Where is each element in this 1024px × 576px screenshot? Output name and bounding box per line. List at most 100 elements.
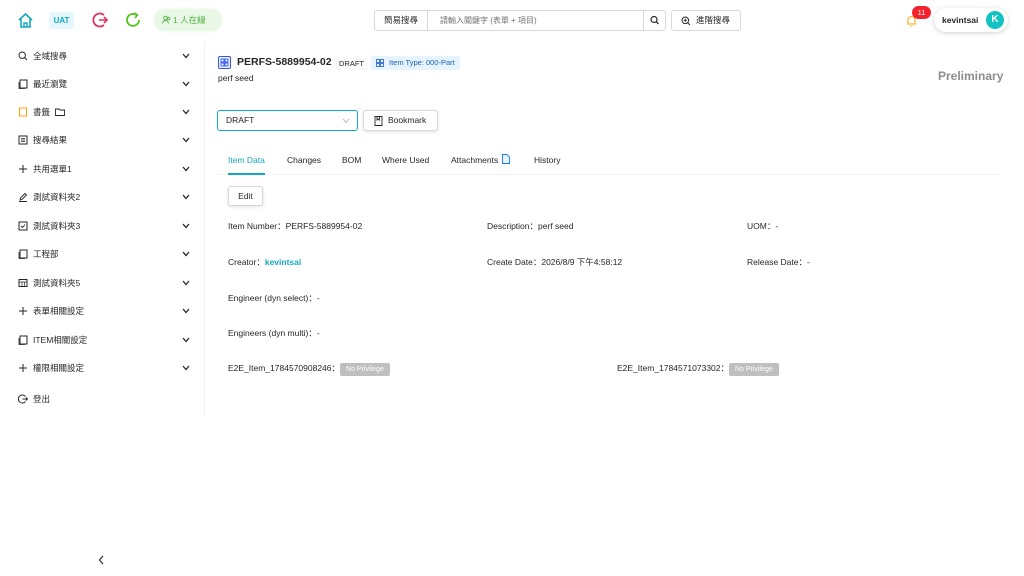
creator-link[interactable]: kevintsai (265, 257, 301, 267)
chevron-down-icon[interactable] (182, 137, 190, 143)
sidebar-item-global-search[interactable]: 全域搜尋 (0, 42, 204, 70)
chevron-down-icon[interactable] (182, 166, 190, 172)
sidebar-item-label-text: 書籤 (33, 107, 51, 117)
state-select[interactable]: DRAFT (217, 110, 358, 131)
sidebar-item-bookmarks[interactable]: 書籤 (0, 98, 204, 126)
chevron-down-icon[interactable] (182, 81, 190, 87)
field-value: 2026/8/9 下午4:58:12 (541, 257, 623, 267)
sidebar-item-label: 表單相關設定 (33, 306, 85, 316)
list-icon (18, 135, 28, 145)
bookmark-icon (374, 116, 383, 126)
search-icon (650, 15, 659, 25)
chevron-down-icon[interactable] (182, 194, 190, 200)
field-value: - (775, 221, 779, 231)
sidebar-item-item-settings[interactable]: ITEM相關設定 (0, 326, 204, 354)
field-label: Description： (487, 221, 539, 231)
user-menu[interactable]: kevintsai K (934, 8, 1008, 32)
home-icon[interactable] (17, 12, 34, 29)
item-type-tag: Item Type: 000-Part (371, 56, 460, 70)
chevron-down-icon[interactable] (182, 308, 190, 314)
sidebar-item-permission-settings[interactable]: 權限相關設定 (0, 354, 204, 382)
sidebar-item-form-settings[interactable]: 表單相關設定 (0, 297, 204, 325)
field-value: - (807, 257, 810, 267)
sidebar-item-label: 書籤 (33, 98, 65, 126)
env-badge: UAT (49, 12, 74, 29)
logout-icon (18, 394, 28, 404)
online-users-text: 1 人在線 (173, 15, 206, 25)
zoom-in-icon (681, 16, 691, 26)
sidebar-item-label: 全域搜尋 (33, 51, 68, 61)
search-button[interactable] (643, 11, 665, 30)
sidebar-item-label: 最近瀏覽 (33, 79, 68, 89)
field-e2e-item-2: E2E_Item_1784571073302： No Privilege (617, 362, 779, 376)
sidebar-item-label: 登出 (33, 394, 51, 404)
plus-icon (19, 364, 27, 372)
sidebar-item-label: 權限相關設定 (33, 363, 85, 373)
refresh-icon[interactable] (125, 11, 142, 29)
sidebar-item-label: 搜尋結果 (33, 135, 68, 145)
sidebar-item-test-folder-3[interactable]: 測試資料夾3 (0, 212, 204, 240)
field-value: - (316, 328, 320, 338)
sidebar-item-search-results[interactable]: 搜尋結果 (0, 126, 204, 154)
search-input[interactable] (429, 11, 643, 30)
field-engineer-select: Engineer (dyn select)：- (228, 292, 320, 304)
top-bar: UAT 1 人在線 簡易搜尋 進階搜尋 11 (0, 0, 1024, 42)
search-mode-select[interactable]: 簡易搜尋 (375, 11, 428, 30)
chevron-down-icon[interactable] (182, 365, 190, 371)
chevron-down-icon[interactable] (182, 280, 190, 286)
field-create-date: Create Date：2026/8/9 下午4:58:12 (487, 256, 622, 268)
item-type-icon (218, 56, 231, 69)
field-label: E2E_Item_1784571073302： (617, 363, 730, 373)
field-label: Item Number： (228, 221, 286, 231)
state-select-value: DRAFT (226, 115, 255, 125)
bookmark-icon (18, 107, 28, 117)
folder-icon (55, 108, 65, 116)
sidebar-item-test-folder-5[interactable]: 測試資料夾5 (0, 269, 204, 297)
document-icon (18, 249, 28, 259)
chevron-down-icon[interactable] (182, 109, 190, 115)
chevron-down-icon (342, 118, 350, 124)
sidebar-item-label: 測試資料夾2 (33, 192, 81, 202)
field-value: PERFS-5889954-02 (285, 221, 363, 231)
username: kevintsai (942, 15, 979, 25)
search-icon (18, 51, 28, 61)
tab-history[interactable]: History (534, 150, 560, 175)
sidebar-item-engineering[interactable]: 工程部 (0, 240, 204, 268)
chevron-down-icon[interactable] (182, 223, 190, 229)
tab-bom[interactable]: BOM (342, 150, 361, 175)
grid-icon (220, 58, 229, 67)
plus-icon (19, 165, 27, 173)
field-release-date: Release Date：- (747, 256, 810, 268)
item-type-label: Item Type: 000-Part (389, 58, 455, 67)
tab-where-used[interactable]: Where Used (382, 150, 429, 175)
field-label: Release Date： (747, 257, 808, 267)
collapse-sidebar-icon[interactable] (96, 553, 106, 567)
lifecycle-phase: Preliminary (938, 69, 1004, 83)
field-item-number: Item Number：PERFS-5889954-02 (228, 220, 362, 232)
field-uom: UOM：- (747, 220, 778, 232)
sidebar-item-label: 共用選單1 (33, 164, 72, 174)
tab-changes[interactable]: Changes (287, 150, 321, 175)
checkbox-icon (18, 221, 28, 231)
sidebar-item-shared-menu-1[interactable]: 共用選單1 (0, 155, 204, 183)
sidebar-item-logout[interactable]: 登出 (0, 385, 204, 413)
sidebar-item-label: 工程部 (33, 249, 59, 259)
edit-button[interactable]: Edit (228, 186, 263, 206)
field-engineers-multi: Engineers (dyn multi)：- (228, 327, 320, 339)
tab-attachments[interactable]: Attachments (451, 150, 511, 175)
sidebar-item-test-folder-2[interactable]: 測試資料夾2 (0, 183, 204, 211)
tab-item-data[interactable]: Item Data (228, 150, 265, 175)
logout-icon[interactable] (92, 11, 108, 29)
advanced-search-button[interactable]: 進階搜尋 (671, 10, 741, 31)
field-label: Create Date： (487, 257, 542, 267)
document-icon (18, 335, 28, 345)
chevron-down-icon[interactable] (182, 53, 190, 59)
chevron-down-icon[interactable] (182, 251, 190, 257)
sidebar-item-label: ITEM相關設定 (33, 335, 88, 345)
avatar: K (986, 11, 1004, 29)
sidebar-item-recent[interactable]: 最近瀏覽 (0, 70, 204, 98)
advanced-search-label: 進階搜尋 (696, 15, 731, 25)
field-value: - (316, 293, 320, 303)
bookmark-button[interactable]: Bookmark (363, 110, 438, 131)
chevron-down-icon[interactable] (182, 337, 190, 343)
